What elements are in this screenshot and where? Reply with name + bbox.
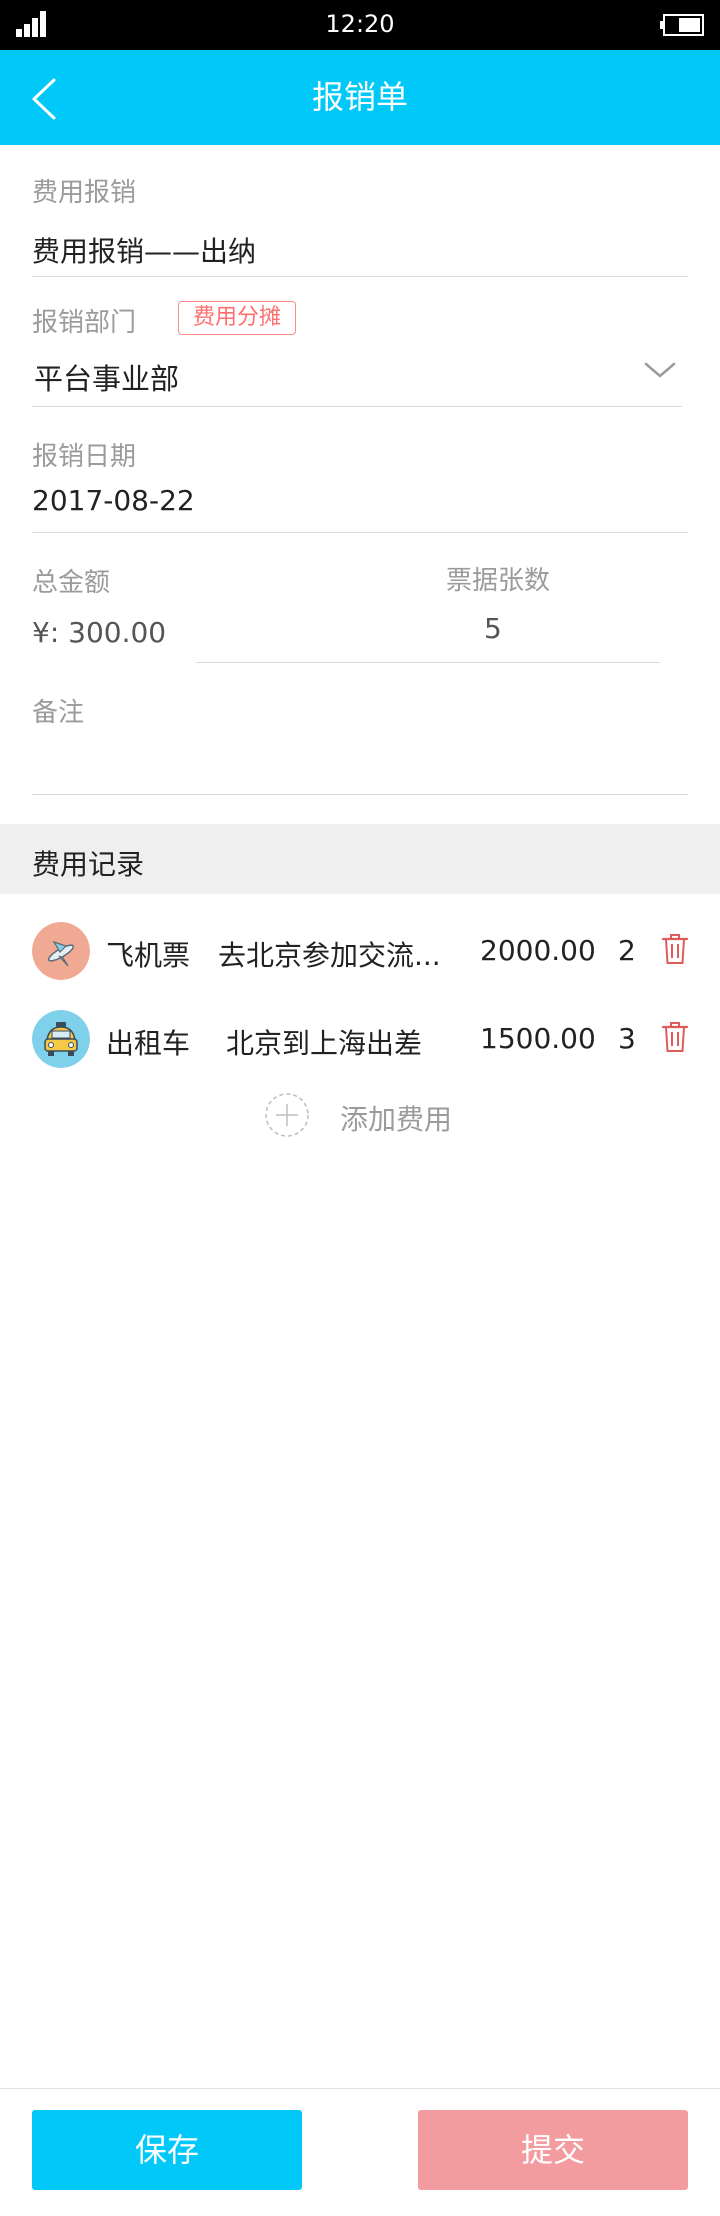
save-button[interactable]: 保存 (32, 2110, 302, 2190)
back-button[interactable] (22, 70, 78, 126)
page-title: 报销单 (311, 78, 408, 116)
expense-description: 北京到上海出差 (226, 1027, 423, 1060)
expense-receipt-count: 2 (618, 934, 636, 967)
back-arrow-icon (32, 78, 56, 120)
app-bar: 报销单 (0, 50, 720, 145)
airplane-icon (32, 922, 90, 980)
records-section-header: 费用记录 (0, 824, 720, 894)
expense-description: 去北京参加交流... (218, 939, 441, 972)
date-field[interactable]: 2017-08-22 (32, 484, 195, 517)
expense-category: 出租车 (106, 1027, 191, 1060)
divider (32, 532, 688, 533)
divider (32, 794, 688, 795)
records-title: 费用记录 (32, 848, 145, 881)
expense-amount: 1500.00 (480, 1022, 596, 1055)
divider (196, 662, 660, 663)
chevron-down-icon[interactable] (640, 358, 680, 382)
expense-type-field[interactable]: 费用报销——出纳 (32, 230, 256, 270)
total-amount-field[interactable]: ¥: 300.00 (32, 616, 166, 649)
department-label: 报销部门 (32, 308, 137, 338)
divider (32, 406, 682, 407)
submit-button[interactable]: 提交 (418, 2110, 688, 2190)
receipt-count-label: 票据张数 (446, 566, 551, 596)
divider (32, 276, 688, 277)
trash-icon[interactable] (660, 1020, 690, 1054)
date-label: 报销日期 (32, 442, 137, 472)
taxi-icon (32, 1010, 90, 1068)
add-expense-label: 添加费用 (340, 1103, 453, 1136)
total-amount-label: 总金额 (32, 568, 111, 598)
department-select[interactable]: 平台事业部 (34, 356, 179, 398)
divider (0, 2088, 720, 2089)
expense-receipt-count: 3 (618, 1022, 636, 1055)
add-expense-button[interactable]: 添加费用 (262, 1090, 482, 1140)
expense-amount: 2000.00 (480, 934, 596, 967)
status-time: 12:20 (325, 10, 395, 38)
battery-icon (660, 14, 704, 36)
expense-category: 飞机票 (106, 939, 191, 972)
trash-icon[interactable] (660, 932, 690, 966)
expense-type-label: 费用报销 (32, 178, 137, 208)
list-item[interactable]: 飞机票 去北京参加交流... 2000.00 2 (0, 912, 720, 992)
receipt-count-field[interactable]: 5 (484, 612, 502, 645)
list-item[interactable]: 出租车 北京到上海出差 1500.00 3 (0, 1000, 720, 1080)
add-icon (265, 1093, 309, 1137)
note-field[interactable] (32, 740, 688, 780)
note-label: 备注 (32, 698, 85, 728)
status-bar: 12:20 (0, 0, 720, 50)
cost-allocation-tag[interactable]: 费用分摊 (178, 301, 296, 335)
